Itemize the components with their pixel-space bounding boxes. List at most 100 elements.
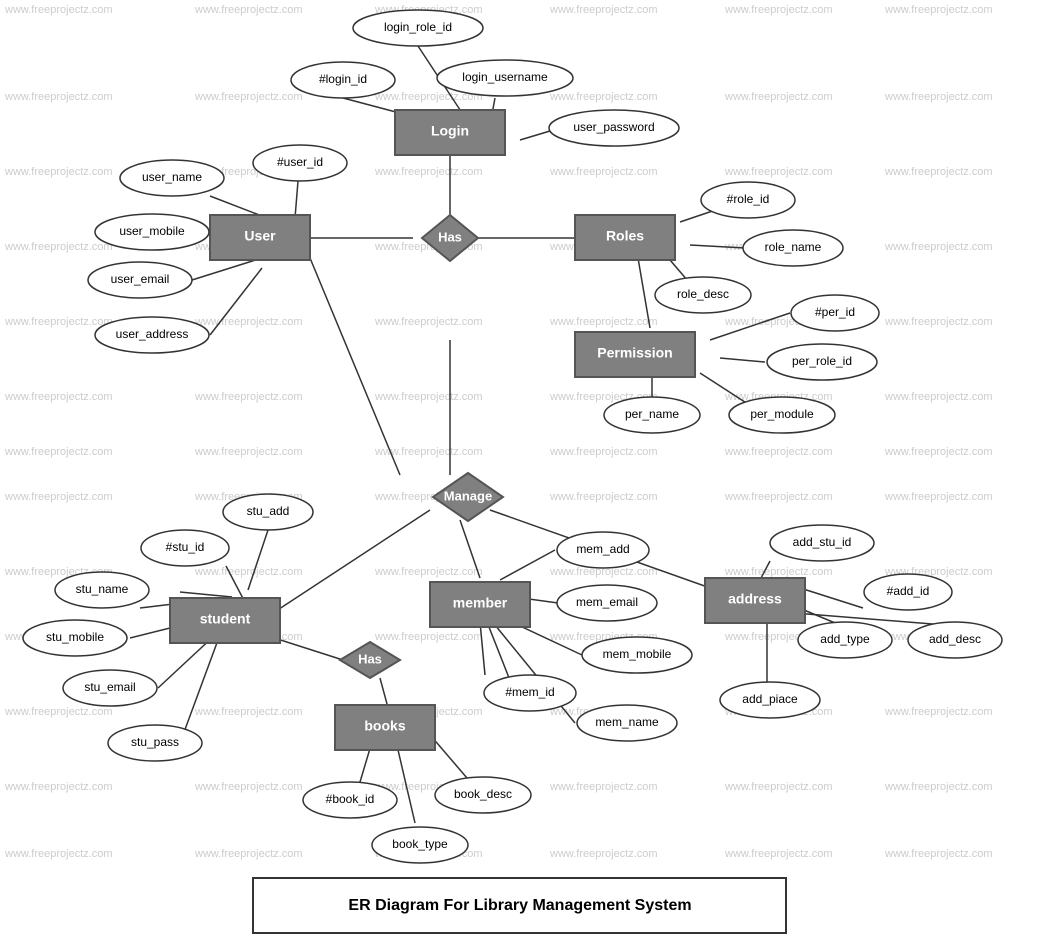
member-label: member — [453, 595, 508, 611]
login-label: Login — [431, 123, 469, 139]
permission-label: Permission — [597, 345, 672, 361]
attr-user-mobile-text: user_mobile — [119, 224, 185, 238]
svg-text:www.freeprojectz.com: www.freeprojectz.com — [194, 848, 303, 860]
attr-role-id-text: #role_id — [727, 192, 770, 206]
attr-per-id-text: #per_id — [815, 305, 855, 319]
user-label: User — [244, 228, 276, 244]
svg-text:www.freeprojectz.com: www.freeprojectz.com — [194, 446, 303, 458]
attr-user-email-text: user_email — [111, 272, 170, 286]
svg-text:www.freeprojectz.com: www.freeprojectz.com — [4, 316, 113, 328]
attr-login-role-id-text: login_role_id — [384, 20, 452, 34]
attr-role-name-text: role_name — [765, 240, 822, 254]
roles-label: Roles — [606, 228, 644, 244]
svg-text:www.freeprojectz.com: www.freeprojectz.com — [194, 781, 303, 793]
svg-text:www.freeprojectz.com: www.freeprojectz.com — [724, 781, 833, 793]
svg-text:www.freeprojectz.com: www.freeprojectz.com — [374, 316, 483, 328]
attr-add-id-text: #add_id — [887, 584, 930, 598]
svg-text:www.freeprojectz.com: www.freeprojectz.com — [549, 4, 658, 16]
er-diagram: www.freeprojectz.com www.freeprojectz.co… — [0, 0, 1039, 941]
attr-mem-email-text: mem_email — [576, 595, 638, 609]
attr-stu-email-text: stu_email — [84, 680, 135, 694]
svg-text:www.freeprojectz.com: www.freeprojectz.com — [4, 446, 113, 458]
attr-user-password-text: user_password — [573, 120, 654, 134]
student-label: student — [200, 611, 251, 627]
attr-user-id-text: #user_id — [277, 155, 323, 169]
svg-text:www.freeprojectz.com: www.freeprojectz.com — [884, 446, 993, 458]
svg-text:www.freeprojectz.com: www.freeprojectz.com — [884, 706, 993, 718]
has2-label: Has — [358, 651, 382, 666]
svg-text:www.freeprojectz.com: www.freeprojectz.com — [4, 241, 113, 253]
svg-text:www.freeprojectz.com: www.freeprojectz.com — [724, 566, 833, 578]
attr-book-type-text: book_type — [392, 837, 448, 851]
svg-text:www.freeprojectz.com: www.freeprojectz.com — [884, 91, 993, 103]
svg-text:www.freeprojectz.com: www.freeprojectz.com — [374, 166, 483, 178]
svg-text:www.freeprojectz.com: www.freeprojectz.com — [194, 4, 303, 16]
attr-login-id-text: #login_id — [319, 72, 367, 86]
attr-role-desc-text: role_desc — [677, 287, 729, 301]
svg-text:www.freeprojectz.com: www.freeprojectz.com — [724, 446, 833, 458]
svg-text:www.freeprojectz.com: www.freeprojectz.com — [194, 91, 303, 103]
svg-text:www.freeprojectz.com: www.freeprojectz.com — [4, 848, 113, 860]
svg-text:www.freeprojectz.com: www.freeprojectz.com — [724, 91, 833, 103]
attr-add-place-text: add_piace — [742, 692, 798, 706]
svg-text:www.freeprojectz.com: www.freeprojectz.com — [4, 166, 113, 178]
svg-text:www.freeprojectz.com: www.freeprojectz.com — [724, 4, 833, 16]
manage-label: Manage — [444, 488, 492, 503]
svg-text:www.freeprojectz.com: www.freeprojectz.com — [884, 848, 993, 860]
attr-book-id-text: #book_id — [326, 792, 375, 806]
attr-login-username-text: login_username — [462, 70, 548, 84]
svg-text:www.freeprojectz.com: www.freeprojectz.com — [4, 706, 113, 718]
svg-text:www.freeprojectz.com: www.freeprojectz.com — [549, 848, 658, 860]
books-label: books — [364, 718, 405, 734]
attr-mem-mobile-text: mem_mobile — [603, 647, 672, 661]
svg-text:www.freeprojectz.com: www.freeprojectz.com — [724, 491, 833, 503]
svg-text:www.freeprojectz.com: www.freeprojectz.com — [884, 4, 993, 16]
svg-text:www.freeprojectz.com: www.freeprojectz.com — [4, 781, 113, 793]
svg-text:www.freeprojectz.com: www.freeprojectz.com — [194, 706, 303, 718]
diagram-title: ER Diagram For Library Management System — [348, 897, 691, 914]
svg-text:www.freeprojectz.com: www.freeprojectz.com — [4, 91, 113, 103]
attr-mem-name-text: mem_name — [595, 715, 659, 729]
attr-user-address-text: user_address — [116, 327, 189, 341]
svg-text:www.freeprojectz.com: www.freeprojectz.com — [549, 166, 658, 178]
svg-text:www.freeprojectz.com: www.freeprojectz.com — [884, 316, 993, 328]
svg-text:www.freeprojectz.com: www.freeprojectz.com — [884, 781, 993, 793]
svg-text:www.freeprojectz.com: www.freeprojectz.com — [884, 166, 993, 178]
has1-label: Has — [438, 229, 462, 244]
attr-book-desc-text: book_desc — [454, 787, 512, 801]
svg-text:www.freeprojectz.com: www.freeprojectz.com — [884, 241, 993, 253]
svg-text:www.freeprojectz.com: www.freeprojectz.com — [549, 316, 658, 328]
svg-text:www.freeprojectz.com: www.freeprojectz.com — [374, 391, 483, 403]
svg-text:www.freeprojectz.com: www.freeprojectz.com — [374, 631, 483, 643]
svg-text:www.freeprojectz.com: www.freeprojectz.com — [4, 391, 113, 403]
attr-stu-pass-text: stu_pass — [131, 735, 179, 749]
svg-text:www.freeprojectz.com: www.freeprojectz.com — [549, 491, 658, 503]
attr-mem-add-text: mem_add — [576, 542, 629, 556]
svg-text:www.freeprojectz.com: www.freeprojectz.com — [884, 491, 993, 503]
attr-stu-mobile-text: stu_mobile — [46, 630, 104, 644]
attr-per-module-text: per_module — [750, 407, 814, 421]
svg-text:www.freeprojectz.com: www.freeprojectz.com — [724, 166, 833, 178]
svg-text:www.freeprojectz.com: www.freeprojectz.com — [4, 4, 113, 16]
svg-text:www.freeprojectz.com: www.freeprojectz.com — [194, 566, 303, 578]
svg-text:www.freeprojectz.com: www.freeprojectz.com — [724, 848, 833, 860]
attr-add-desc-text: add_desc — [929, 632, 981, 646]
attr-stu-id-text: #stu_id — [166, 540, 205, 554]
attr-per-name-text: per_name — [625, 407, 679, 421]
svg-text:www.freeprojectz.com: www.freeprojectz.com — [4, 491, 113, 503]
attr-add-type-text: add_type — [820, 632, 870, 646]
attr-mem-id-text: #mem_id — [505, 685, 554, 699]
svg-text:www.freeprojectz.com: www.freeprojectz.com — [549, 781, 658, 793]
svg-text:www.freeprojectz.com: www.freeprojectz.com — [549, 446, 658, 458]
svg-text:www.freeprojectz.com: www.freeprojectz.com — [884, 391, 993, 403]
attr-stu-add-text: stu_add — [247, 504, 290, 518]
attr-user-name-text: user_name — [142, 170, 202, 184]
svg-text:www.freeprojectz.com: www.freeprojectz.com — [374, 566, 483, 578]
attr-stu-name-text: stu_name — [76, 582, 129, 596]
svg-text:www.freeprojectz.com: www.freeprojectz.com — [194, 391, 303, 403]
svg-text:www.freeprojectz.com: www.freeprojectz.com — [549, 91, 658, 103]
attr-per-role-id-text: per_role_id — [792, 354, 852, 368]
address-label: address — [728, 591, 782, 607]
svg-text:www.freeprojectz.com: www.freeprojectz.com — [194, 316, 303, 328]
attr-add-stu-id-text: add_stu_id — [793, 535, 852, 549]
